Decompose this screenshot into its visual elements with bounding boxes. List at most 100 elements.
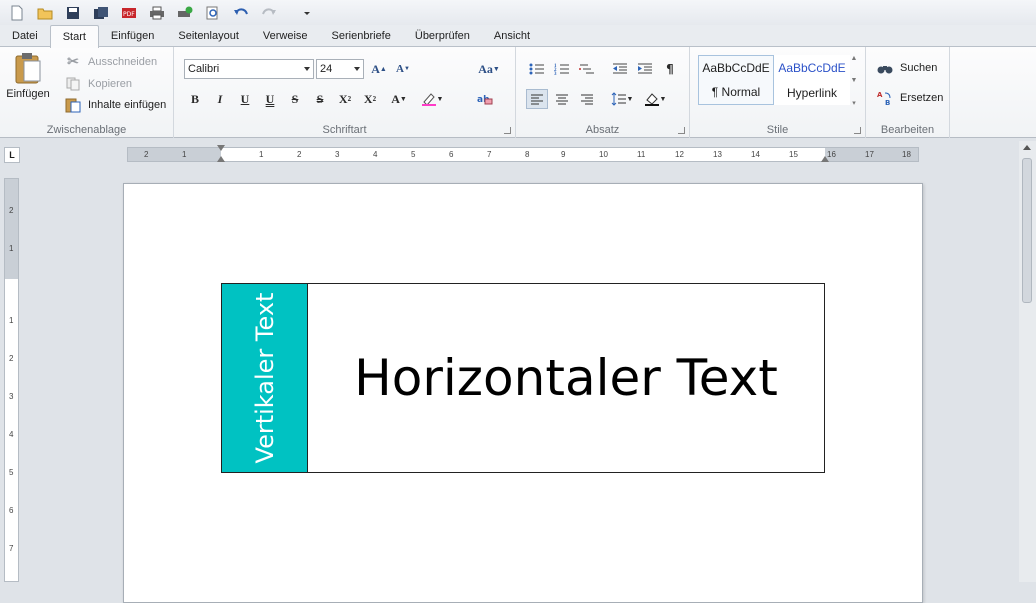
editing-group: Suchen AB Ersetzen Bearbeiten xyxy=(866,47,950,138)
ruler-left-margin xyxy=(128,148,221,161)
print-icon[interactable] xyxy=(144,2,170,24)
new-document-icon[interactable] xyxy=(4,2,30,24)
highlight-color-icon[interactable]: ▼ xyxy=(417,89,447,109)
paste-special-button[interactable]: Inhalte einfügen xyxy=(62,95,166,115)
tab-start[interactable]: Start xyxy=(49,25,99,48)
clear-formatting-icon[interactable]: ab xyxy=(474,89,496,109)
chevron-down-icon xyxy=(354,67,360,71)
first-line-indent-marker[interactable] xyxy=(217,145,225,151)
paste-button[interactable]: Einfügen xyxy=(4,51,52,107)
font-dialog-launcher[interactable] xyxy=(504,127,511,134)
italic-icon[interactable]: I xyxy=(209,89,231,109)
font-group-label: Schriftart xyxy=(322,124,367,136)
bold-icon[interactable]: B xyxy=(184,89,206,109)
redo-icon[interactable] xyxy=(256,2,282,24)
ruler-h-label: 5 xyxy=(411,150,416,159)
scroll-up-icon[interactable] xyxy=(1023,145,1031,150)
paste-label: Einfügen xyxy=(6,88,50,100)
tab-serienbriefe[interactable]: Serienbriefe xyxy=(320,25,403,47)
font-family-select[interactable]: Calibri xyxy=(184,59,314,79)
vertical-scrollbar[interactable] xyxy=(1019,141,1036,582)
cut-button[interactable]: ✂ Ausschneiden xyxy=(62,52,157,72)
tab-verweise[interactable]: Verweise xyxy=(251,25,320,47)
style-hyperlink[interactable]: AaBbCcDdE Hyperlink xyxy=(774,55,850,105)
bullets-icon[interactable] xyxy=(526,59,548,79)
ruler-h-label: 3 xyxy=(335,150,340,159)
styles-scroll[interactable]: ▲ ▼ ▾ xyxy=(848,55,860,107)
underline-icon[interactable]: U xyxy=(234,89,256,109)
svg-text:PDF: PDF xyxy=(123,11,135,18)
ruler-v-label: 2 xyxy=(9,206,14,215)
ruler-h-label: 18 xyxy=(902,150,911,159)
ruler-h-label: 8 xyxy=(525,150,530,159)
find-label: Suchen xyxy=(900,62,938,74)
vertical-ruler[interactable]: 2 1 1 2 3 4 5 6 7 xyxy=(4,178,19,582)
style-hyperlink-name: Hyperlink xyxy=(786,85,837,100)
align-center-icon[interactable] xyxy=(551,89,573,109)
tab-ansicht[interactable]: Ansicht xyxy=(482,25,542,47)
align-left-icon[interactable] xyxy=(526,89,548,109)
double-underline-icon[interactable]: U xyxy=(259,89,281,109)
numbering-icon[interactable]: 123 xyxy=(551,59,573,79)
quick-print-icon[interactable] xyxy=(172,2,198,24)
ruler-h-label: 1 xyxy=(182,150,187,159)
align-right-icon[interactable] xyxy=(576,89,598,109)
change-case-button[interactable]: Aa ▼ xyxy=(474,59,504,79)
font-group: Calibri 24 A ▲ A ▼ Aa ▼ B I U U S S X2 X2 A… xyxy=(174,47,516,138)
ruler-h-label: 9 xyxy=(561,150,566,159)
horizontal-ruler[interactable]: 2 1 1 2 3 4 5 6 7 8 9 10 11 12 13 14 15 … xyxy=(127,145,919,162)
find-button[interactable]: Suchen xyxy=(874,58,937,78)
ruler-top-margin xyxy=(5,179,18,279)
ruler-h-label: 17 xyxy=(865,150,874,159)
increase-indent-icon[interactable] xyxy=(634,59,656,79)
superscript-icon[interactable]: X2 xyxy=(359,89,381,109)
grow-font-icon[interactable]: A ▲ xyxy=(368,59,390,79)
double-strikethrough-icon[interactable]: S xyxy=(309,89,331,109)
chevron-up-icon[interactable]: ▲ xyxy=(851,55,858,62)
shrink-font-icon[interactable]: A ▼ xyxy=(392,59,414,79)
paragraph-group-label: Absatz xyxy=(585,124,620,136)
ribbon-tabs: Datei Start Einfügen Seitenlayout Verwei… xyxy=(0,25,1036,48)
style-normal[interactable]: AaBbCcDdE ¶ Normal xyxy=(698,55,774,105)
scrollbar-thumb[interactable] xyxy=(1022,158,1032,303)
expand-gallery-icon[interactable]: ▾ xyxy=(852,99,856,107)
ruler-v-label: 5 xyxy=(9,468,14,477)
shading-icon[interactable]: ▼ xyxy=(640,89,670,109)
replace-button[interactable]: AB Ersetzen xyxy=(874,88,943,108)
paragraph-dialog-launcher[interactable] xyxy=(678,127,685,134)
line-spacing-icon[interactable]: ▼ xyxy=(607,89,637,109)
subscript-icon[interactable]: X2 xyxy=(334,89,356,109)
copy-button[interactable]: Kopieren xyxy=(62,74,132,94)
replace-label: Ersetzen xyxy=(900,92,944,104)
document-page[interactable]: Vertikaler Text Horizontaler Text xyxy=(123,183,923,603)
tab-einfuegen[interactable]: Einfügen xyxy=(99,25,166,47)
save-icon[interactable] xyxy=(60,2,86,24)
chevron-down-icon[interactable]: ▼ xyxy=(851,77,858,84)
open-folder-icon[interactable] xyxy=(32,2,58,24)
ruler-h-label: 1 xyxy=(259,150,264,159)
save-all-icon[interactable] xyxy=(88,2,114,24)
font-family-value: Calibri xyxy=(188,63,220,75)
font-size-select[interactable]: 24 xyxy=(316,59,364,79)
left-indent-marker[interactable] xyxy=(217,156,225,162)
customize-toolbar-icon[interactable] xyxy=(294,2,320,24)
tab-seitenlayout[interactable]: Seitenlayout xyxy=(166,25,251,47)
tab-stop-selector[interactable]: L xyxy=(4,147,20,163)
vertical-text-cell[interactable]: Vertikaler Text xyxy=(222,284,308,472)
tab-datei[interactable]: Datei xyxy=(0,25,50,47)
strikethrough-icon[interactable]: S xyxy=(284,89,306,109)
tab-ueberpruefen[interactable]: Überprüfen xyxy=(403,25,482,47)
multilevel-list-icon[interactable] xyxy=(576,59,598,79)
decrease-indent-icon[interactable] xyxy=(609,59,631,79)
styles-dialog-launcher[interactable] xyxy=(854,127,861,134)
pilcrow-icon[interactable]: ¶ xyxy=(659,59,681,79)
chevron-down-icon xyxy=(304,67,310,71)
editing-group-label: Bearbeiten xyxy=(880,124,935,136)
print-preview-icon[interactable] xyxy=(200,2,226,24)
undo-icon[interactable] xyxy=(228,2,254,24)
horizontal-text-cell[interactable]: Horizontaler Text xyxy=(308,284,824,472)
font-color-icon[interactable]: A ▼ xyxy=(384,89,414,109)
ruler-h-label: 2 xyxy=(297,150,302,159)
document-table[interactable]: Vertikaler Text Horizontaler Text xyxy=(221,283,825,473)
export-pdf-icon[interactable]: PDF xyxy=(116,2,142,24)
